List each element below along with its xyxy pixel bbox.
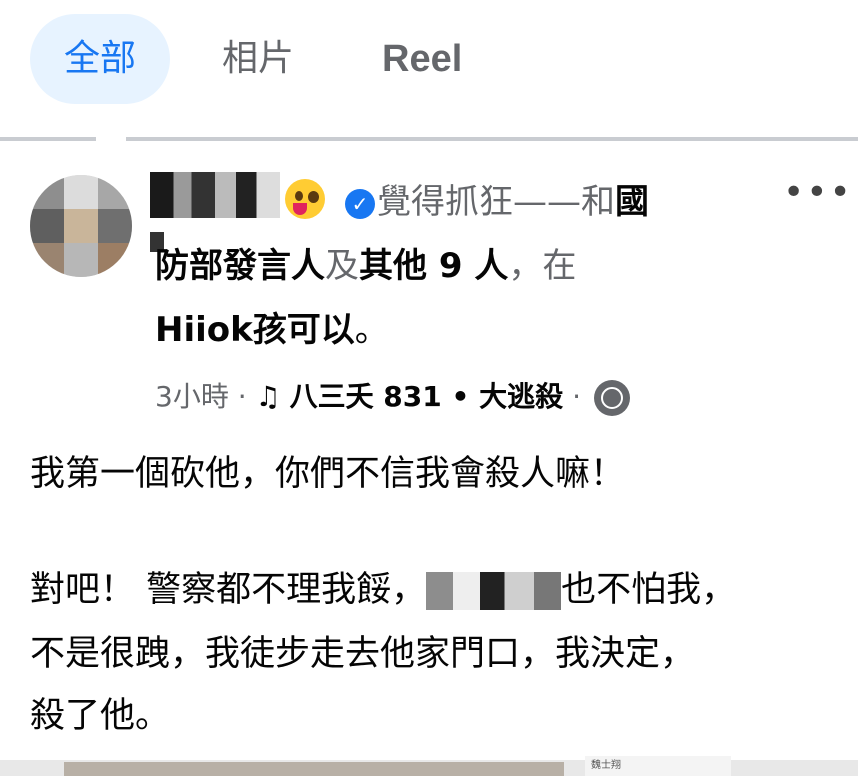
section-divider [0, 137, 858, 141]
post-time[interactable]: 3小時 [155, 380, 229, 413]
attached-photo[interactable] [64, 762, 564, 776]
header-end-punct: 。 [354, 310, 389, 350]
post-body-line2-a: 對吧！ 警察都不理我餒， [30, 570, 427, 610]
more-options-icon[interactable]: ••• [783, 175, 853, 211]
post-header-line3: Hiiok孩可以。 [155, 300, 389, 360]
tab-indicator-notch [96, 120, 126, 142]
post-header-line2: 防部發言人及其他 9 人，在 [155, 236, 576, 296]
post-body-line2: 對吧！ 警察都不理我餒， 也不怕我， [30, 560, 736, 620]
meta-separator: · [237, 380, 247, 413]
tab-reel[interactable]: Reel [382, 14, 462, 104]
music-note-icon: ♫ [255, 380, 281, 413]
location-link[interactable]: Hiiok孩可以 [155, 310, 355, 350]
filter-tabs: 全部 相片 Reel [0, 0, 858, 120]
tab-all[interactable]: 全部 [30, 14, 170, 104]
globe-icon [593, 380, 630, 416]
redacted-author-name[interactable] [150, 172, 280, 218]
tagged-others-link[interactable]: 其他 9 人 [359, 246, 508, 286]
feeling-text: 覺得抓狂——和 [377, 182, 615, 222]
tagged-person-link[interactable]: 國 [615, 182, 649, 222]
song-link[interactable]: 八三夭 831 • 大逃殺 [290, 380, 564, 413]
post-body-line4: 殺了他。 [30, 696, 171, 736]
post-meta: 3小時 · ♫ 八三夭 831 • 大逃殺 · [155, 372, 630, 422]
tab-photos[interactable]: 相片 [222, 14, 294, 104]
post-header-line1: ✓ 覺得抓狂——和國 [345, 172, 649, 232]
attached-screenshot-thumb[interactable]: 魏士翔 [585, 756, 731, 776]
redacted-name [426, 572, 562, 610]
avatar[interactable] [30, 175, 132, 277]
post-body-line1: 我第一個砍他，你們不信我會殺人嘛！ [30, 454, 626, 494]
post-body-line3: 不是很跩，我徒步走去他家門口，我決定， [30, 634, 696, 674]
meta-separator-2: · [572, 380, 581, 413]
post-body-line2-b: 也不怕我， [561, 570, 737, 610]
tagged-person-link-cont[interactable]: 防部發言人 [155, 246, 325, 286]
thumb-caption: 魏士翔 [591, 760, 621, 771]
connector-text: 及 [325, 246, 359, 286]
verified-badge-icon: ✓ [345, 188, 375, 219]
location-prefix: ，在 [508, 246, 577, 286]
crazy-face-emoji-icon [285, 179, 325, 219]
